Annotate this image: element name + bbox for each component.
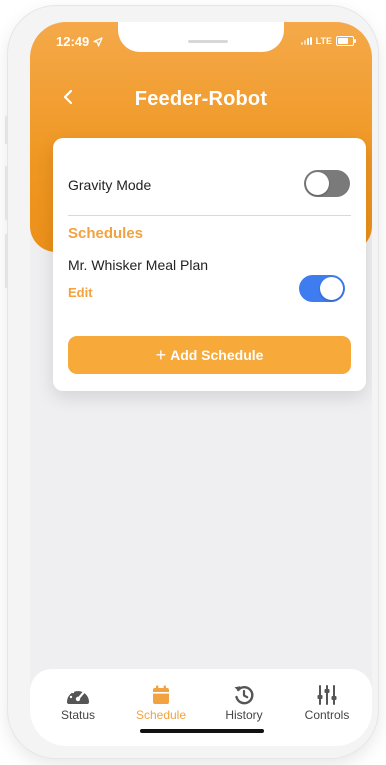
- divider: [68, 215, 351, 216]
- gauge-icon: [67, 688, 89, 704]
- status-indicators: LTE: [300, 36, 356, 46]
- add-schedule-button[interactable]: + Add Schedule: [68, 336, 351, 374]
- location-arrow-icon: [93, 37, 103, 47]
- status-time: 12:49: [56, 34, 103, 49]
- side-button: [5, 234, 8, 288]
- toggle-knob: [306, 172, 329, 195]
- tab-schedule[interactable]: Schedule: [122, 683, 200, 722]
- schedules-heading: Schedules: [68, 225, 144, 242]
- tab-label: Schedule: [135, 708, 187, 722]
- tab-label: History: [225, 708, 263, 722]
- speaker-grille: [188, 40, 228, 43]
- sliders-icon: [317, 685, 337, 705]
- gravity-mode-toggle[interactable]: [304, 170, 350, 197]
- app-screen: 12:49 LTE Feeder-Robot Gravity Mode Sche…: [30, 22, 372, 746]
- tab-bar: Status Schedule History Controls: [30, 669, 372, 746]
- phone-frame: 12:49 LTE Feeder-Robot Gravity Mode Sche…: [5, 6, 378, 758]
- tab-history[interactable]: History: [205, 683, 283, 722]
- tab-controls[interactable]: Controls: [288, 683, 366, 722]
- side-button: [5, 166, 8, 220]
- notch: [118, 22, 284, 52]
- plus-icon: +: [155, 345, 167, 365]
- toggle-knob: [320, 277, 343, 300]
- tab-label: Status: [60, 708, 96, 722]
- page-title: Feeder-Robot: [134, 88, 268, 110]
- history-icon: [234, 685, 254, 705]
- battery-icon: [336, 36, 356, 46]
- tab-label: Controls: [304, 708, 350, 722]
- add-schedule-label: Add Schedule: [170, 347, 264, 363]
- settings-card: Gravity Mode Schedules Mr. Whisker Meal …: [53, 138, 366, 391]
- signal-icon: [300, 37, 312, 45]
- home-indicator: [140, 729, 264, 733]
- side-button: [5, 116, 8, 144]
- gravity-mode-label: Gravity Mode: [68, 177, 152, 193]
- calendar-icon: [153, 685, 169, 704]
- edit-schedule-link[interactable]: Edit: [68, 285, 93, 300]
- network-label: LTE: [315, 36, 332, 46]
- tab-status[interactable]: Status: [39, 683, 117, 722]
- schedule-name: Mr. Whisker Meal Plan: [68, 257, 209, 273]
- schedule-enabled-toggle[interactable]: [299, 275, 345, 302]
